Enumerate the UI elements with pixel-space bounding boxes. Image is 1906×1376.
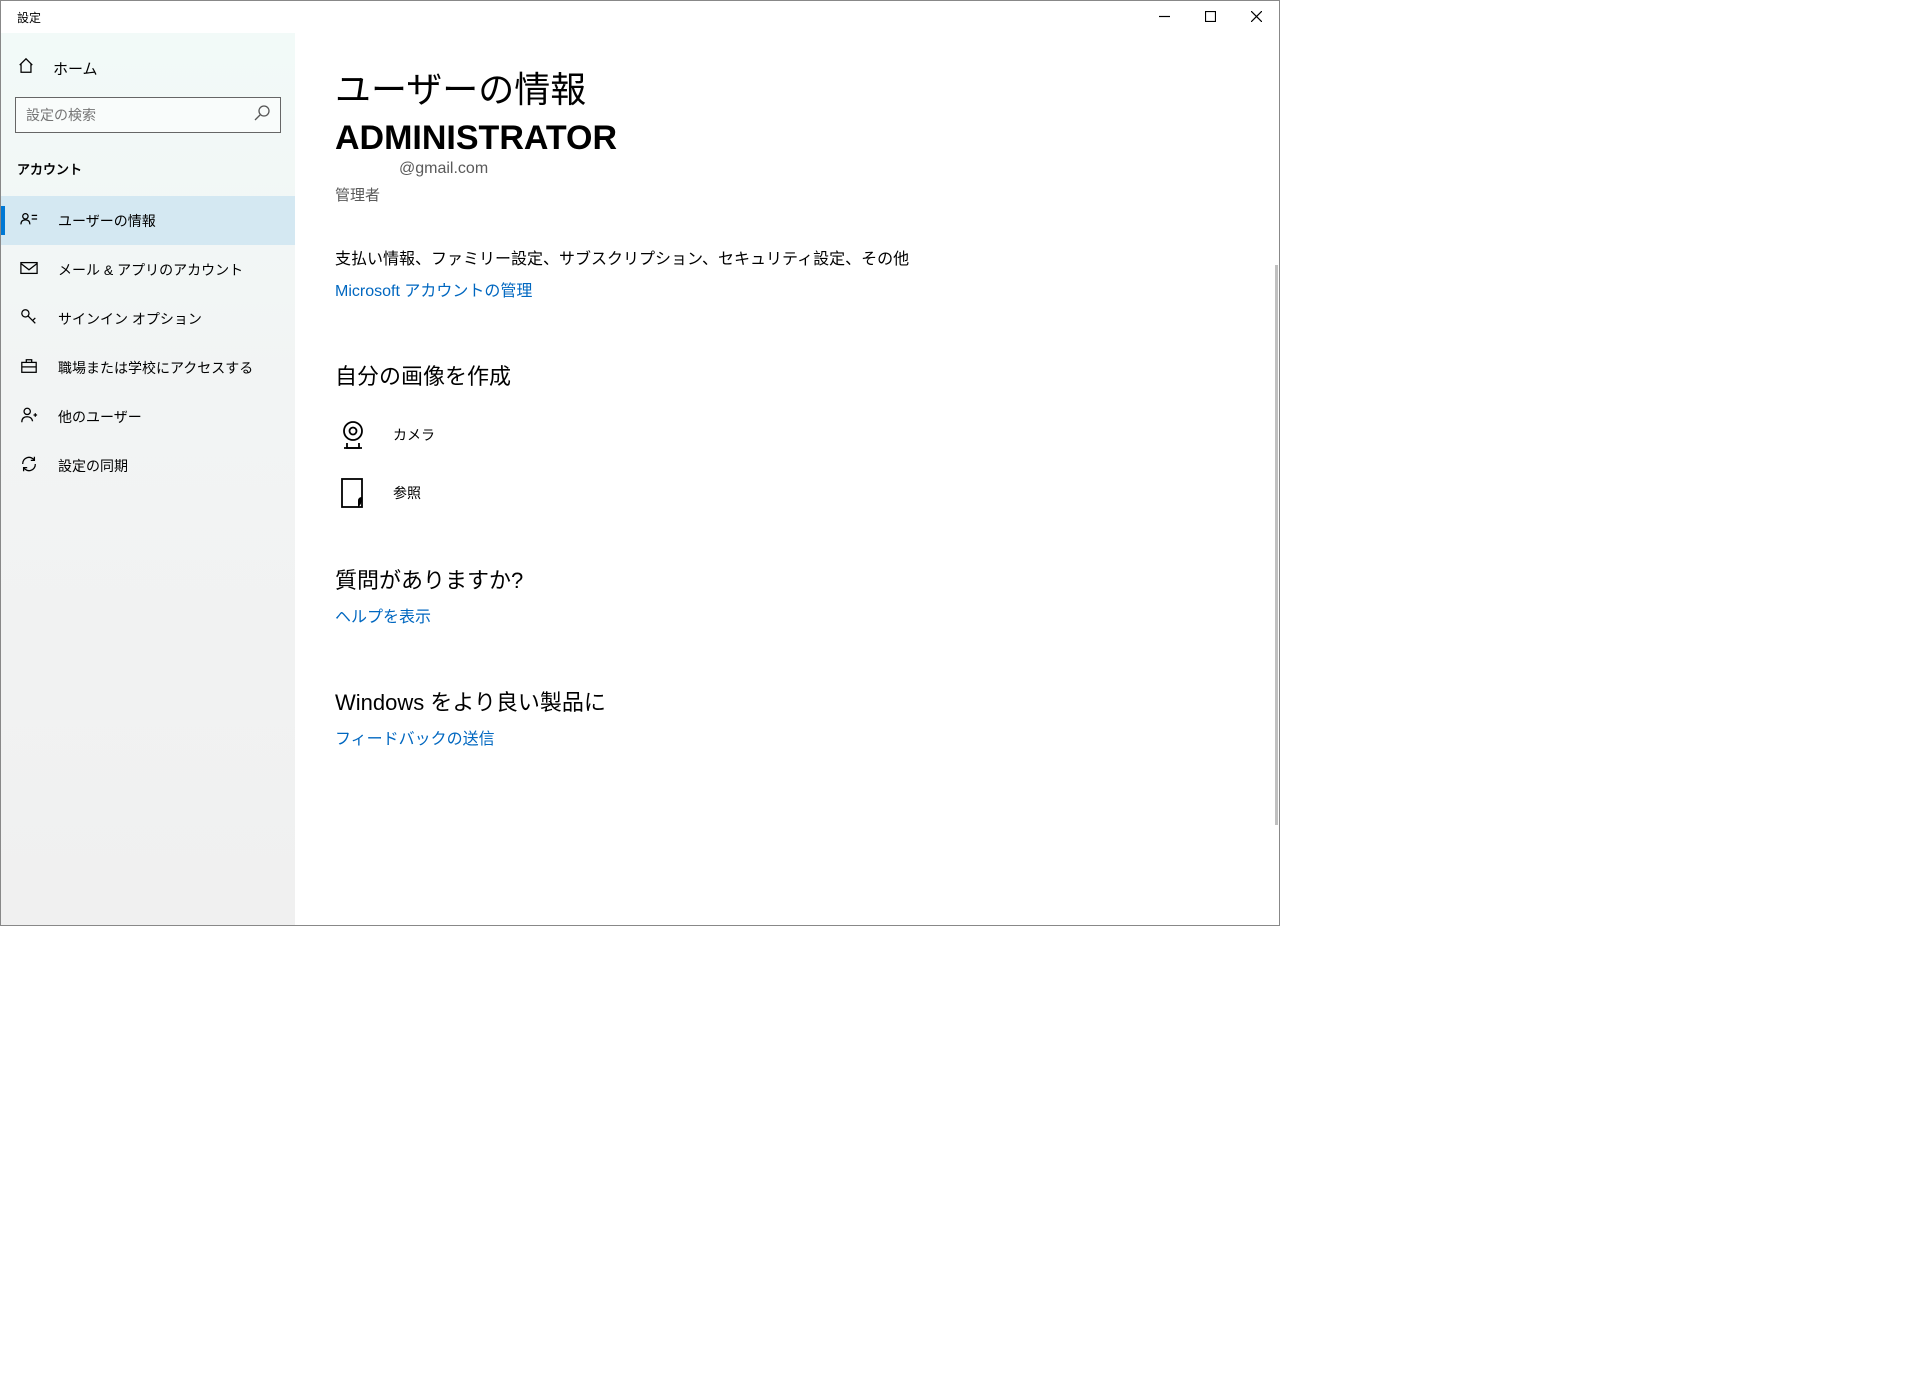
sidebar-item-other-users[interactable]: 他のユーザー	[1, 392, 295, 441]
sidebar-item-signin-options[interactable]: サインイン オプション	[1, 294, 295, 343]
camera-label: カメラ	[393, 425, 435, 445]
mail-icon	[20, 259, 38, 280]
titlebar: 設定	[1, 1, 1279, 33]
browse-label: 参照	[393, 483, 421, 503]
sidebar-item-label: メール & アプリのアカウント	[58, 260, 243, 280]
sidebar-item-email-accounts[interactable]: メール & アプリのアカウント	[1, 245, 295, 294]
search-icon	[254, 105, 270, 126]
sidebar-item-label: サインイン オプション	[58, 309, 202, 329]
sidebar-item-label: 他のユーザー	[58, 407, 142, 427]
person-add-icon	[20, 406, 38, 427]
window-controls	[1141, 1, 1279, 31]
manage-account-link[interactable]: Microsoft アカウントの管理	[335, 277, 532, 301]
question-heading: 質問がありますか?	[335, 563, 1239, 595]
camera-icon	[335, 417, 371, 453]
maximize-button[interactable]	[1187, 1, 1233, 31]
account-description: 支払い情報、ファミリー設定、サブスクリプション、セキュリティ設定、その他	[335, 245, 1239, 269]
sidebar-item-user-info[interactable]: ユーザーの情報	[1, 196, 295, 245]
search-field[interactable]	[26, 107, 254, 123]
camera-option[interactable]: カメラ	[335, 411, 1239, 459]
feedback-link[interactable]: フィードバックの送信	[335, 725, 495, 749]
person-card-icon	[20, 210, 38, 231]
help-link[interactable]: ヘルプを表示	[335, 603, 431, 627]
page-heading: ユーザーの情報	[335, 61, 1239, 113]
sidebar: ホーム アカウント ユーザーの情報	[1, 33, 295, 925]
create-picture-heading: 自分の画像を作成	[335, 359, 1239, 391]
sidebar-item-label: ユーザーの情報	[58, 211, 156, 231]
user-name: ADMINISTRATOR	[335, 119, 1239, 158]
category-label: アカウント	[1, 147, 295, 196]
window-title: 設定	[17, 1, 41, 26]
browse-option[interactable]: 参照	[335, 469, 1239, 517]
sidebar-item-label: 設定の同期	[58, 456, 128, 476]
key-icon	[20, 308, 38, 329]
home-label: ホーム	[53, 58, 98, 79]
briefcase-icon	[20, 357, 38, 378]
improve-heading: Windows をより良い製品に	[335, 685, 1239, 717]
close-button[interactable]	[1233, 1, 1279, 31]
home-button[interactable]: ホーム	[1, 47, 295, 89]
content-area: ユーザーの情報 ADMINISTRATOR @gmail.com 管理者 支払い…	[295, 33, 1279, 925]
sync-icon	[20, 455, 38, 476]
user-role: 管理者	[335, 184, 1239, 205]
sidebar-item-sync[interactable]: 設定の同期	[1, 441, 295, 490]
user-email: @gmail.com	[399, 160, 1239, 178]
scrollbar[interactable]	[1275, 265, 1278, 825]
minimize-button[interactable]	[1141, 1, 1187, 31]
sidebar-item-label: 職場または学校にアクセスする	[58, 358, 253, 378]
sidebar-item-work-school[interactable]: 職場または学校にアクセスする	[1, 343, 295, 392]
search-input[interactable]	[15, 97, 281, 133]
browse-icon	[335, 475, 371, 511]
home-icon	[17, 57, 35, 79]
